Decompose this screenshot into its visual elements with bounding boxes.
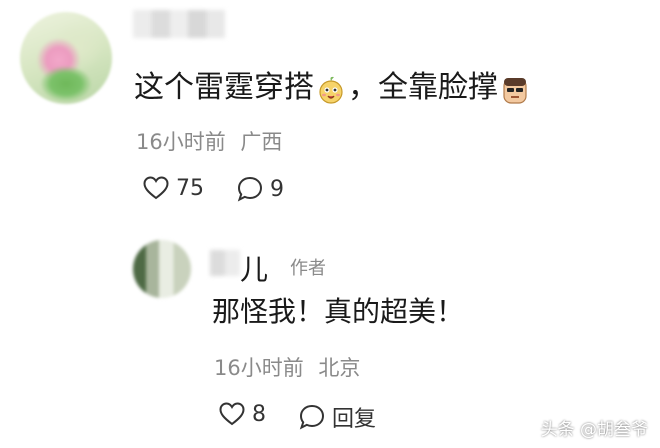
- reply-reply-button[interactable]: 回复: [298, 401, 376, 433]
- comment-location: 广西: [240, 130, 283, 154]
- speech-bubble-icon: [237, 176, 263, 202]
- author-badge: 作者: [290, 258, 326, 279]
- smile-emoji-icon: [316, 74, 346, 104]
- speech-bubble-icon: [299, 404, 325, 430]
- heart-icon: [219, 402, 245, 426]
- comment-text-part1: 这个雷霆穿搭: [134, 70, 314, 105]
- reply-like-count: 8: [252, 401, 266, 427]
- comment-meta: 16小时前 广西: [136, 126, 282, 156]
- commenter-avatar[interactable]: [20, 12, 112, 104]
- reply-like-button[interactable]: 8: [218, 401, 266, 427]
- commenter-username[interactable]: [133, 10, 225, 38]
- watermark: 头条 @胡叁爷: [540, 420, 648, 440]
- comment-text-part2: ，全靠脸撑: [348, 70, 498, 105]
- comment-like-button[interactable]: 75: [142, 175, 204, 201]
- comment-text: 这个雷霆穿搭 ，全靠脸撑: [134, 66, 532, 110]
- reply-reply-label: 回复: [332, 407, 377, 432]
- author-username-mosaic: [210, 250, 240, 276]
- comment-time: 16小时前: [136, 130, 226, 154]
- author-avatar[interactable]: [133, 240, 191, 298]
- face-emoji-icon: [500, 74, 530, 104]
- author-username[interactable]: 儿: [240, 248, 268, 288]
- heart-icon: [143, 176, 169, 200]
- comment-like-count: 75: [176, 175, 204, 201]
- reply-text: 那怪我！真的超美！: [212, 295, 465, 328]
- comment-reply-count: 9: [270, 176, 284, 202]
- reply-meta: 16小时前 北京: [214, 352, 360, 382]
- reply-time: 16小时前: [214, 356, 304, 380]
- reply-location: 北京: [318, 356, 361, 380]
- comment-reply-button[interactable]: 9: [236, 175, 284, 203]
